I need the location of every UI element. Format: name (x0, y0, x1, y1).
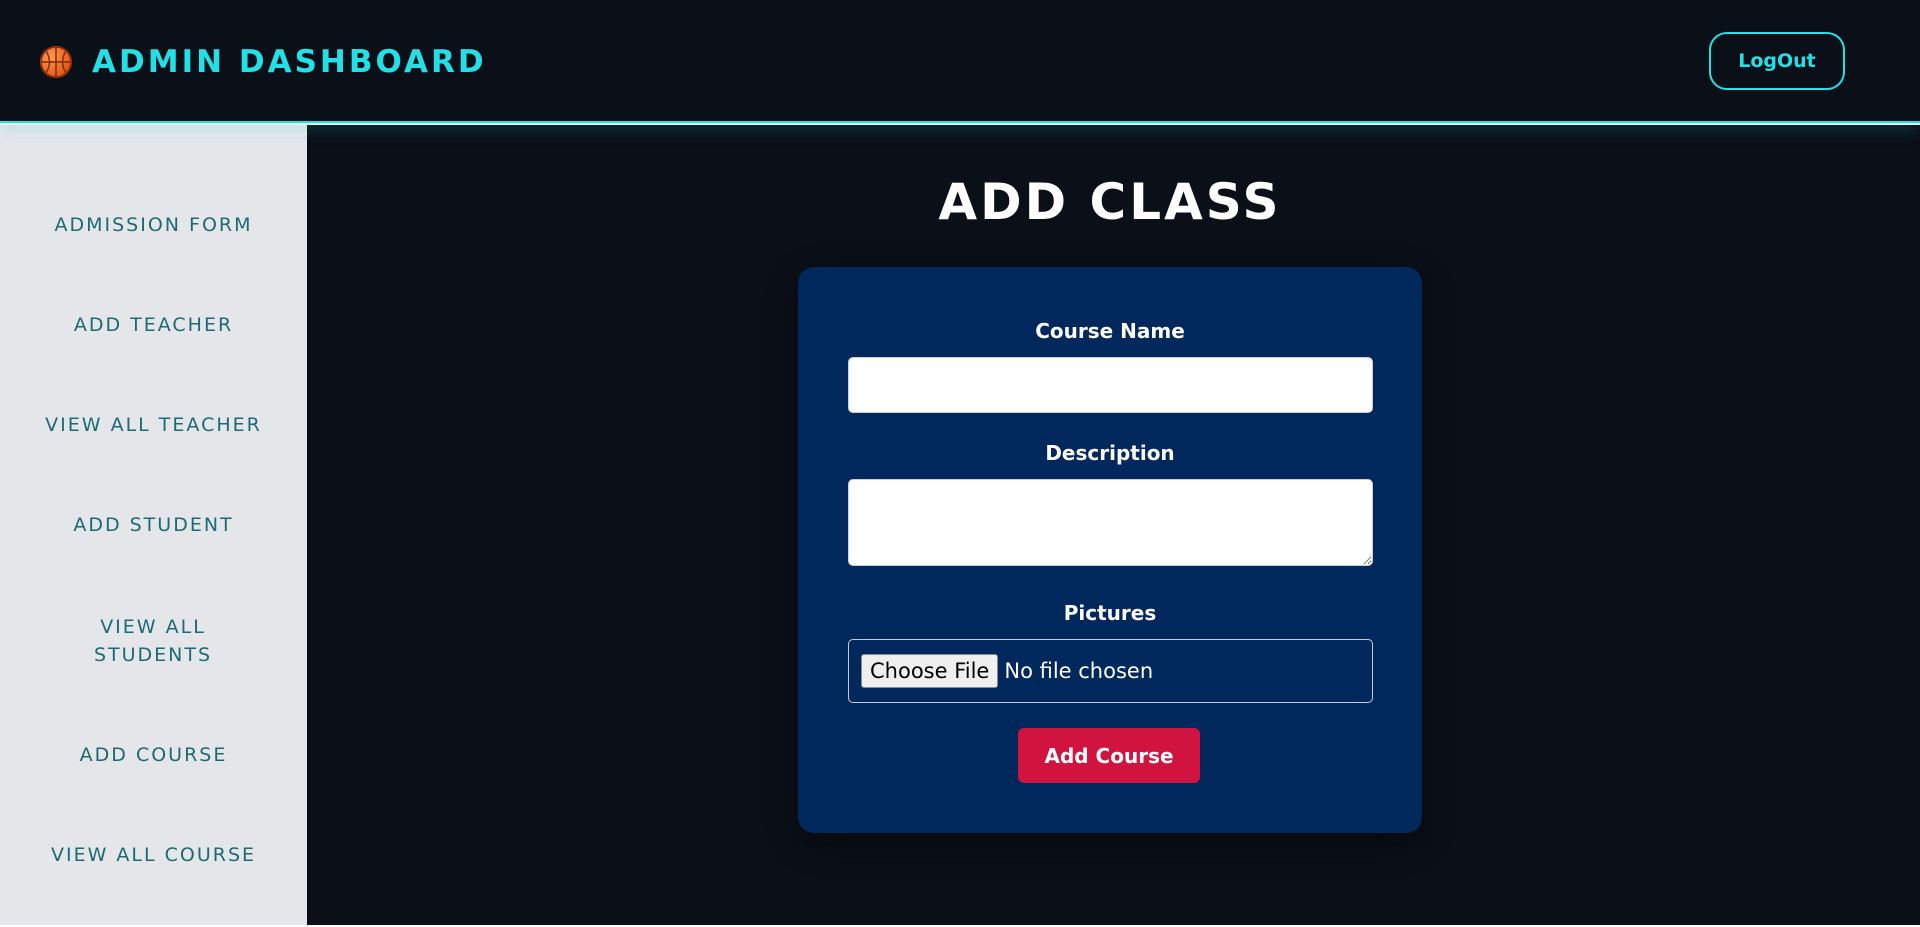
sidebar-item-add-course[interactable]: ADD COURSE (0, 741, 307, 769)
sidebar-item-view-all-students[interactable]: VIEW ALL STUDENTS (73, 613, 233, 669)
pictures-label: Pictures (1063, 601, 1157, 625)
sidebar: ADMISSION FORM ADD TEACHER VIEW ALL TEAC… (0, 125, 307, 925)
sidebar-item-admission-form[interactable]: ADMISSION FORM (0, 211, 307, 239)
basketball-icon (40, 46, 72, 78)
sidebar-item-add-student[interactable]: ADD STUDENT (0, 511, 307, 539)
choose-file-button[interactable]: Choose File (861, 654, 999, 688)
add-course-button[interactable]: Add Course (1018, 728, 1200, 783)
app-title: ADMIN DASHBOARD (92, 44, 487, 80)
logout-button[interactable]: LogOut (1709, 32, 1845, 90)
sidebar-item-add-teacher[interactable]: ADD TEACHER (0, 311, 307, 339)
sidebar-item-view-all-teacher[interactable]: VIEW ALL TEACHER (0, 411, 307, 439)
description-label: Description (1045, 441, 1175, 465)
page-title: ADD CLASS (938, 173, 1282, 231)
course-name-input[interactable] (848, 357, 1373, 413)
description-textarea[interactable] (848, 479, 1373, 566)
add-class-form: Course Name Description Pictures Choose … (798, 267, 1422, 833)
course-name-label: Course Name (1035, 319, 1185, 343)
top-header: ADMIN DASHBOARD LogOut (0, 0, 1920, 123)
file-status-text: No file chosen (1004, 659, 1154, 683)
brand: ADMIN DASHBOARD (40, 42, 487, 82)
sidebar-item-view-all-course[interactable]: VIEW ALL COURSE (0, 841, 307, 869)
pictures-file-input[interactable]: Choose File No file chosen (848, 639, 1373, 703)
main-content: ADD CLASS Course Name Description Pictur… (307, 125, 1920, 925)
